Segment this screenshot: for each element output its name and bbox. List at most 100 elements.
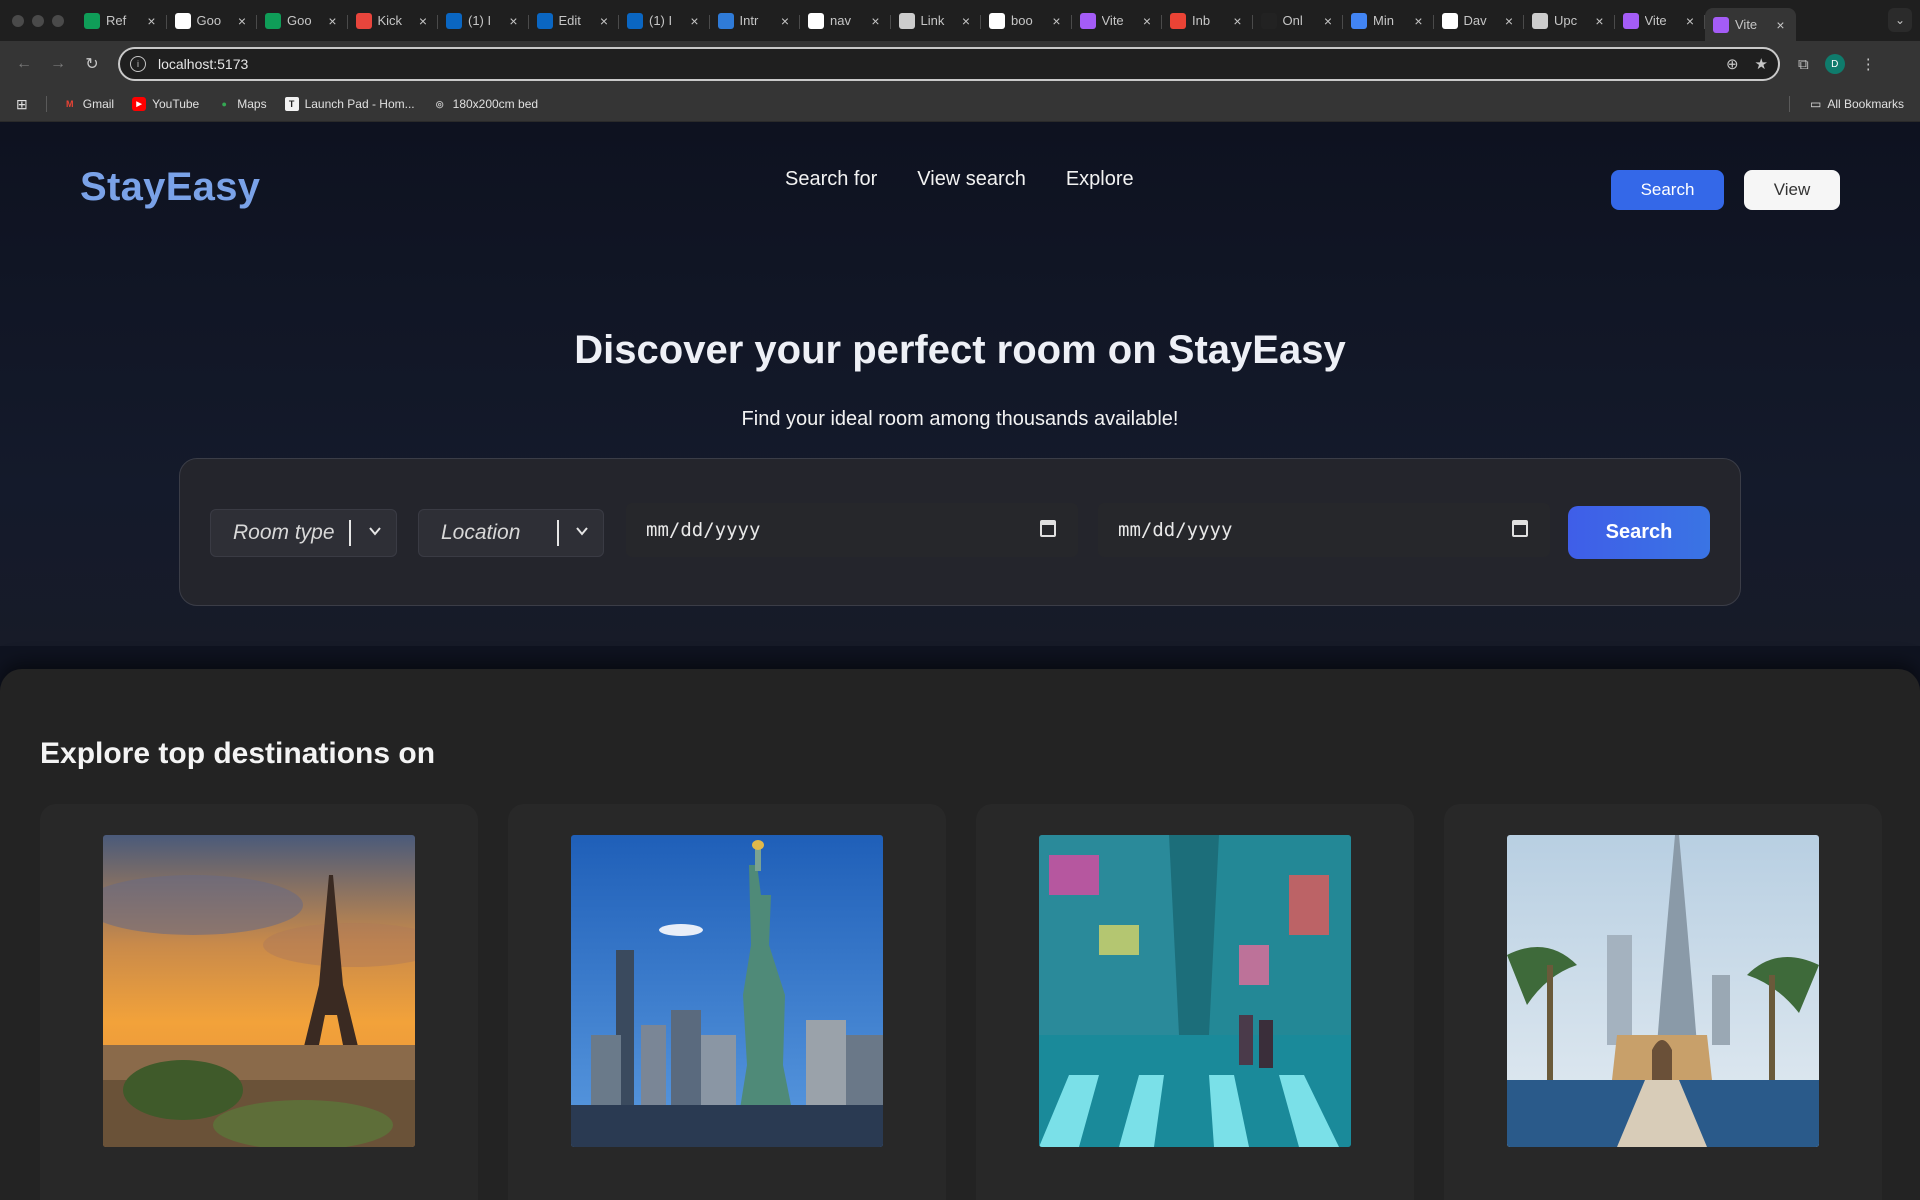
close-tab-icon[interactable]: × bbox=[688, 13, 702, 29]
site-logo[interactable]: StayEasy bbox=[80, 165, 260, 210]
apps-grid-icon[interactable]: ⊞ bbox=[16, 96, 28, 113]
close-tab-icon[interactable]: × bbox=[1231, 13, 1245, 29]
search-submit-button[interactable]: Search bbox=[1568, 506, 1710, 559]
close-tab-icon[interactable]: × bbox=[1774, 17, 1788, 33]
close-tab-icon[interactable]: × bbox=[145, 13, 159, 29]
browser-tab[interactable]: Link × bbox=[891, 6, 982, 36]
bookmark-maps[interactable]: ● Maps bbox=[217, 97, 267, 111]
room-type-select[interactable]: Room type bbox=[210, 509, 397, 557]
menu-view-search[interactable]: View search bbox=[917, 168, 1026, 191]
bookmark-youtube[interactable]: ▶ YouTube bbox=[132, 97, 199, 111]
bookmark-gmail[interactable]: M Gmail bbox=[63, 97, 114, 111]
check-in-placeholder: mm/dd/yyyy bbox=[646, 519, 761, 541]
extensions-icon[interactable]: ⧉ bbox=[1798, 56, 1809, 73]
destination-card[interactable] bbox=[1444, 804, 1882, 1200]
browser-tab[interactable]: Edit × bbox=[529, 6, 620, 36]
browser-menu-icon[interactable]: ⋮ bbox=[1861, 55, 1876, 73]
close-tab-icon[interactable]: × bbox=[235, 13, 249, 29]
browser-tab[interactable]: Upc × bbox=[1524, 6, 1615, 36]
close-tab-icon[interactable]: × bbox=[778, 13, 792, 29]
close-tab-icon[interactable]: × bbox=[1412, 13, 1426, 29]
browser-tab[interactable]: boo × bbox=[981, 6, 1072, 36]
close-tab-icon[interactable]: × bbox=[416, 13, 430, 29]
close-tab-icon[interactable]: × bbox=[1683, 13, 1697, 29]
close-tab-icon[interactable]: × bbox=[597, 13, 611, 29]
close-tab-icon[interactable]: × bbox=[1321, 13, 1335, 29]
calendar-icon[interactable] bbox=[1040, 520, 1056, 537]
close-window-icon[interactable] bbox=[12, 14, 24, 27]
window-controls[interactable] bbox=[0, 14, 76, 27]
check-out-date-input[interactable]: mm/dd/yyyy bbox=[1098, 503, 1550, 557]
tab-title: Dav bbox=[1463, 13, 1487, 28]
gmail-icon bbox=[1170, 12, 1186, 29]
browser-tab[interactable]: Min × bbox=[1343, 6, 1434, 36]
browser-tab[interactable]: Goo × bbox=[167, 6, 258, 36]
site-info-icon[interactable]: i bbox=[130, 56, 146, 72]
destinations-title: Explore top destinations on bbox=[40, 737, 436, 770]
browser-tab[interactable]: Inb × bbox=[1162, 6, 1253, 36]
bookmark-star-icon[interactable]: ★ bbox=[1755, 55, 1768, 73]
all-bookmarks[interactable]: ▭ All Bookmarks bbox=[1789, 96, 1904, 112]
browser-tab[interactable]: Intr × bbox=[710, 6, 801, 36]
zoom-icon[interactable]: ⊕ bbox=[1726, 55, 1739, 73]
bookmark-label: YouTube bbox=[152, 97, 200, 111]
browser-tab[interactable]: (1) I × bbox=[438, 6, 529, 36]
close-tab-icon[interactable]: × bbox=[326, 13, 340, 29]
browser-tab[interactable]: Kick × bbox=[348, 6, 439, 36]
bookmark-launch-pad[interactable]: T Launch Pad - Hom... bbox=[284, 97, 415, 111]
chevron-down-icon bbox=[369, 527, 381, 536]
all-bookmarks-label: All Bookmarks bbox=[1827, 97, 1904, 111]
site-header: StayEasy Search for View search Explore … bbox=[0, 122, 1920, 252]
hero-subtitle: Find your ideal room among thousands ava… bbox=[741, 408, 1179, 430]
browser-tab[interactable]: Ref × bbox=[76, 6, 167, 36]
github-icon bbox=[808, 12, 824, 29]
destination-card[interactable] bbox=[976, 804, 1414, 1200]
back-icon[interactable]: ← bbox=[10, 50, 38, 78]
browser-tab[interactable]: Vite × bbox=[1615, 6, 1706, 36]
check-in-date-input[interactable]: mm/dd/yyyy bbox=[626, 503, 1078, 557]
menu-search-for[interactable]: Search for bbox=[785, 168, 877, 191]
reload-icon[interactable]: ↻ bbox=[78, 50, 106, 78]
sheets-icon bbox=[84, 12, 100, 29]
browser-tab[interactable]: Vite × bbox=[1072, 6, 1163, 36]
close-tab-icon[interactable]: × bbox=[1050, 13, 1064, 29]
close-tab-icon[interactable]: × bbox=[1593, 13, 1607, 29]
minimize-window-icon[interactable] bbox=[32, 14, 44, 27]
profile-avatar[interactable]: D bbox=[1824, 54, 1845, 74]
browser-tab[interactable]: Dav × bbox=[1434, 6, 1525, 36]
address-url[interactable]: localhost:5173 bbox=[158, 56, 1726, 72]
paris-eiffel-tower-image[interactable] bbox=[103, 835, 415, 1147]
search-form: Room type Location mm/dd/yyyy mm/dd/yyyy… bbox=[179, 458, 1741, 606]
browser-tab[interactable]: (1) I × bbox=[619, 6, 710, 36]
select-divider bbox=[557, 520, 559, 546]
tab-search-button[interactable]: ⌄ bbox=[1888, 8, 1912, 32]
close-tab-icon[interactable]: × bbox=[1502, 13, 1516, 29]
location-label: Location bbox=[441, 521, 521, 544]
close-tab-icon[interactable]: × bbox=[959, 13, 973, 29]
destination-card[interactable] bbox=[40, 804, 478, 1200]
bookmark-label: Maps bbox=[237, 97, 267, 111]
destination-card[interactable] bbox=[508, 804, 946, 1200]
menu-explore[interactable]: Explore bbox=[1066, 168, 1134, 191]
new-york-statue-of-liberty-image[interactable] bbox=[571, 835, 883, 1147]
close-tab-icon[interactable]: × bbox=[507, 13, 521, 29]
browser-tab[interactable]: nav × bbox=[800, 6, 891, 36]
location-select[interactable]: Location bbox=[418, 509, 604, 557]
youtube-icon: ▶ bbox=[132, 97, 147, 111]
dubai-burj-khalifa-image[interactable] bbox=[1507, 835, 1819, 1147]
forward-icon[interactable]: → bbox=[44, 50, 72, 78]
header-search-button[interactable]: Search bbox=[1611, 170, 1724, 210]
browser-tab[interactable]: Onl × bbox=[1253, 6, 1344, 36]
bookmark-bed[interactable]: ◎ 180x200cm bed bbox=[433, 97, 538, 111]
header-view-button[interactable]: View bbox=[1744, 170, 1840, 210]
web-page: StayEasy Search for View search Explore … bbox=[0, 122, 1920, 1200]
tab-title: Min bbox=[1373, 13, 1394, 28]
address-bar[interactable]: i localhost:5173 ⊕ ★ bbox=[118, 47, 1780, 81]
tokyo-street-image[interactable] bbox=[1039, 835, 1351, 1147]
close-tab-icon[interactable]: × bbox=[1140, 13, 1154, 29]
calendar-icon[interactable] bbox=[1512, 520, 1528, 537]
zoom-window-icon[interactable] bbox=[52, 14, 64, 27]
browser-tab[interactable]: Goo × bbox=[257, 6, 348, 36]
close-tab-icon[interactable]: × bbox=[869, 13, 883, 29]
browser-tab[interactable]: Vite × bbox=[1705, 8, 1796, 41]
